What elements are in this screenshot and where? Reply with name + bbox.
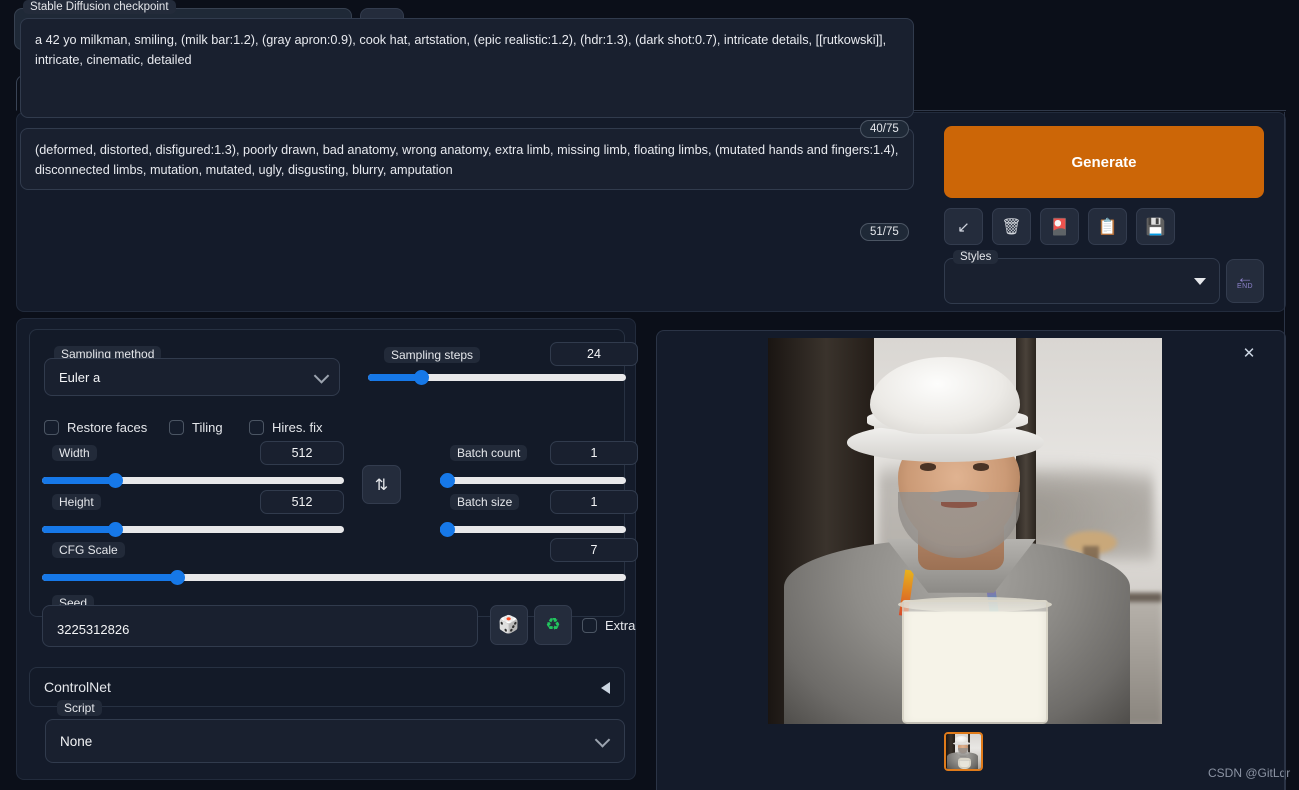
batch-size-value[interactable]: 1 [550,490,638,514]
width-value[interactable]: 512 [260,441,344,465]
image-thumbnail[interactable] [944,732,983,771]
chevron-left-icon [601,682,610,694]
chevron-down-icon [313,368,330,384]
seed-input[interactable]: 3225312826 [42,605,478,647]
generated-image[interactable] [768,338,1162,724]
thumbnail-art [946,734,981,769]
batch-size-label: Batch size [450,494,520,510]
arrow-down-left-icon[interactable]: ↙ [944,208,983,245]
checkpoint-label: Stable Diffusion checkpoint [23,0,176,14]
controlnet-accordion[interactable]: ControlNet [29,667,625,707]
negative-prompt-input[interactable]: (deformed, distorted, disfigured:1.3), p… [20,128,914,190]
sampling-steps-slider[interactable] [368,370,626,385]
checkbox-box [249,420,264,435]
extra-label: Extra [605,618,636,633]
cfg-scale-slider[interactable] [42,570,626,585]
width-slider[interactable] [42,473,344,488]
settings-panel: Sampling method Euler a Sampling steps 2… [16,318,638,780]
chevron-down-icon [594,732,611,748]
script-value: None [60,733,93,749]
chevron-down-icon [1194,278,1206,285]
styles-label: Styles [953,250,999,264]
arrow-left-icon: ← [1236,267,1254,287]
restore-faces-label: Restore faces [67,420,148,435]
tiling-label: Tiling [192,420,223,435]
cfg-scale-value[interactable]: 7 [550,538,638,562]
watermark: CSDN @GitLqr [1208,766,1291,780]
hires-fix-checkbox[interactable]: Hires. fix [249,420,323,435]
art-card-icon[interactable]: 🎴 [1040,208,1079,245]
batch-count-slider[interactable] [440,473,626,488]
extra-checkbox[interactable]: Extra [582,618,635,633]
width-label: Width [52,445,97,461]
checkbox-box [582,618,597,633]
generate-button[interactable]: Generate [944,126,1264,198]
settings-section: Sampling method Euler a Sampling steps 2… [29,329,638,647]
height-value[interactable]: 512 [260,490,344,514]
checkbox-box [44,420,59,435]
script-dropdown[interactable]: None [45,719,625,763]
tiling-checkbox[interactable]: Tiling [169,420,223,435]
prompt-tool-buttons: ↙ 🗑 🎴 📋 💾 [944,208,1175,245]
generated-image-art [768,338,1162,724]
stable-diffusion-webui: Stable Diffusion checkpoint deliberate_v… [0,0,1299,790]
sampling-steps-value[interactable]: 24 [550,342,638,366]
checkbox-box [169,420,184,435]
seed-value: 3225312826 [57,621,130,637]
floppy-save-icon[interactable]: 💾 [1136,208,1175,245]
sampling-method-value: Euler a [59,369,101,385]
positive-prompt-input[interactable]: a 42 yo milkman, smiling, (milk bar:1.2)… [20,18,914,118]
height-slider[interactable] [42,522,344,537]
controlnet-label: ControlNet [44,679,111,695]
clipboard-icon[interactable]: 📋 [1088,208,1127,245]
trash-icon[interactable]: 🗑 [992,208,1031,245]
restore-faces-checkbox[interactable]: Restore faces [44,420,147,435]
panel-divider [1284,112,1285,790]
batch-size-slider[interactable] [440,522,626,537]
hires-fix-label: Hires. fix [272,420,323,435]
negative-token-counter: 51/75 [860,223,909,241]
positive-token-counter: 40/75 [860,120,909,138]
height-label: Height [52,494,101,510]
batch-count-label: Batch count [450,445,528,461]
sampling-method-dropdown[interactable]: Euler a [44,358,340,396]
sampling-steps-label: Sampling steps [384,347,481,363]
script-label: Script [57,700,102,716]
styles-apply-end-button[interactable]: ← END [1226,259,1264,303]
close-icon[interactable]: ✕ [1240,344,1258,362]
batch-count-value[interactable]: 1 [550,441,638,465]
swap-vertical-icon[interactable]: ⇅ [362,465,401,504]
recycle-icon[interactable]: ♻ [534,605,572,645]
styles-dropdown[interactable]: Styles [944,250,1220,304]
cfg-scale-label: CFG Scale [52,542,125,558]
dice-icon[interactable]: 🎲 [490,605,528,645]
end-label: END [1237,282,1253,290]
